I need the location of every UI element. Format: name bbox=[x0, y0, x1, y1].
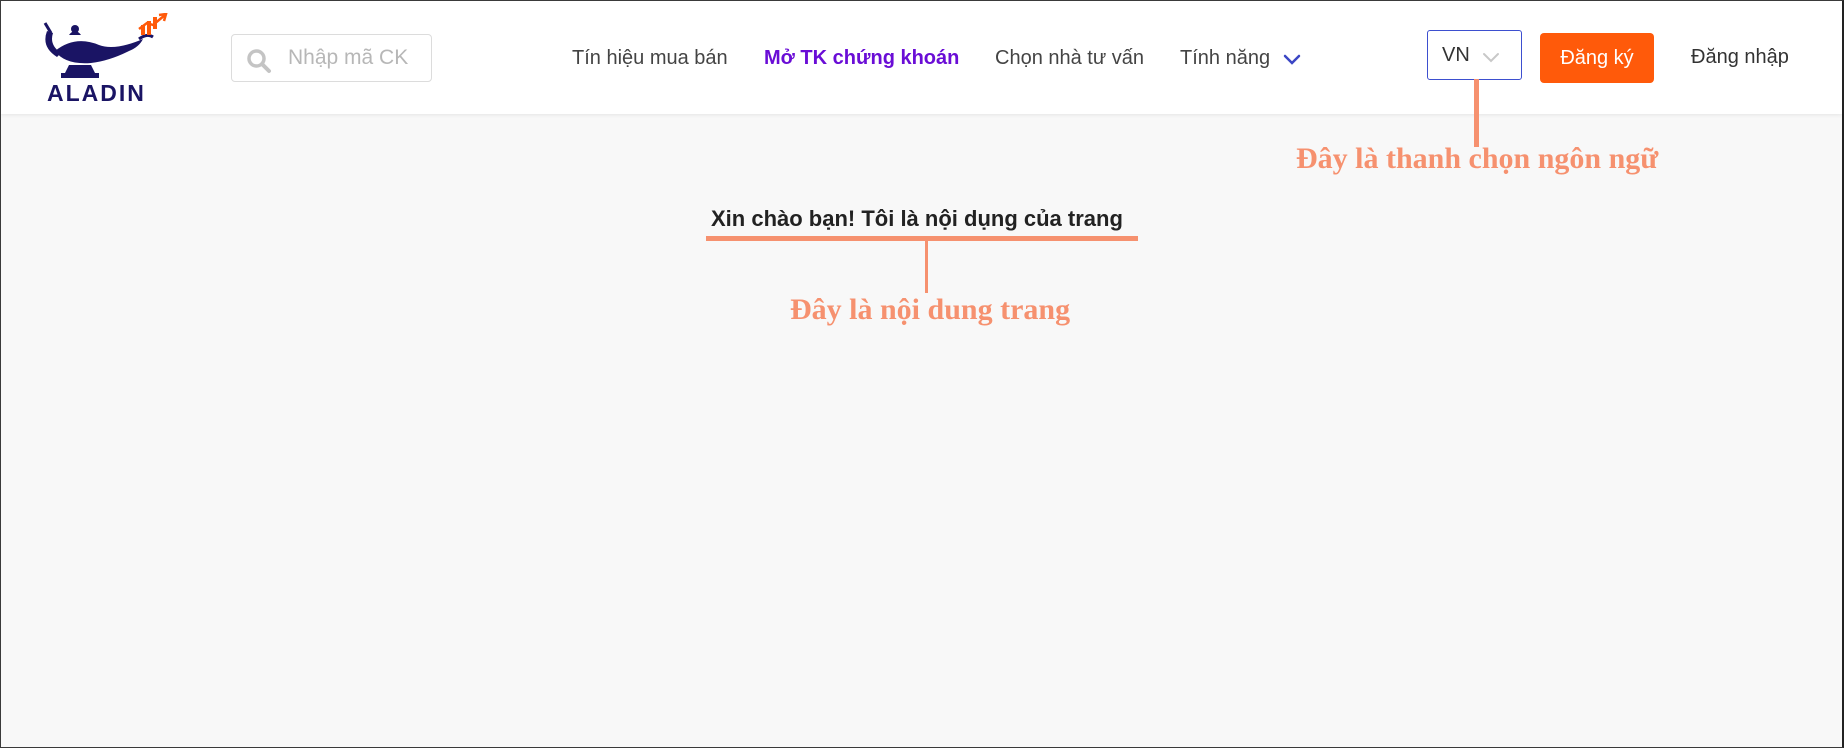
annotation-pointer-line bbox=[1474, 79, 1479, 147]
login-link[interactable]: Đăng nhập bbox=[1691, 46, 1789, 69]
annotation-page-content: Đây là nội dung trang bbox=[790, 293, 1071, 326]
chevron-down-icon[interactable] bbox=[1282, 53, 1302, 67]
nav-trading-signals[interactable]: Tín hiệu mua bán bbox=[572, 46, 728, 70]
annotation-underline bbox=[706, 236, 1138, 241]
language-selected-value: VN bbox=[1442, 44, 1470, 66]
magic-lamp-icon bbox=[43, 12, 168, 78]
annotation-language-bar: Đây là thanh chọn ngôn ngữ bbox=[1296, 142, 1659, 175]
page-greeting: Xin chào bạn! Tôi là nội dụng của trang bbox=[711, 206, 1123, 231]
top-navigation-bar: ALADIN Tín hiệu mua bán Mở TK chứng khoá… bbox=[1, 1, 1842, 114]
nav-choose-advisor[interactable]: Chọn nhà tư vấn bbox=[995, 46, 1144, 70]
language-select[interactable]: VN bbox=[1427, 30, 1522, 80]
nav-open-securities-account[interactable]: Mở TK chứng khoán bbox=[764, 46, 959, 70]
nav-features[interactable]: Tính năng bbox=[1180, 46, 1270, 70]
aladin-logo[interactable]: ALADIN bbox=[43, 12, 173, 106]
stock-search-input[interactable] bbox=[288, 43, 428, 73]
register-button[interactable]: Đăng ký bbox=[1540, 33, 1654, 83]
logo-text: ALADIN bbox=[47, 80, 146, 106]
stock-search-box[interactable] bbox=[231, 34, 432, 82]
chevron-down-icon bbox=[1483, 53, 1499, 63]
annotation-pointer-line bbox=[925, 240, 928, 293]
search-icon bbox=[247, 49, 271, 73]
